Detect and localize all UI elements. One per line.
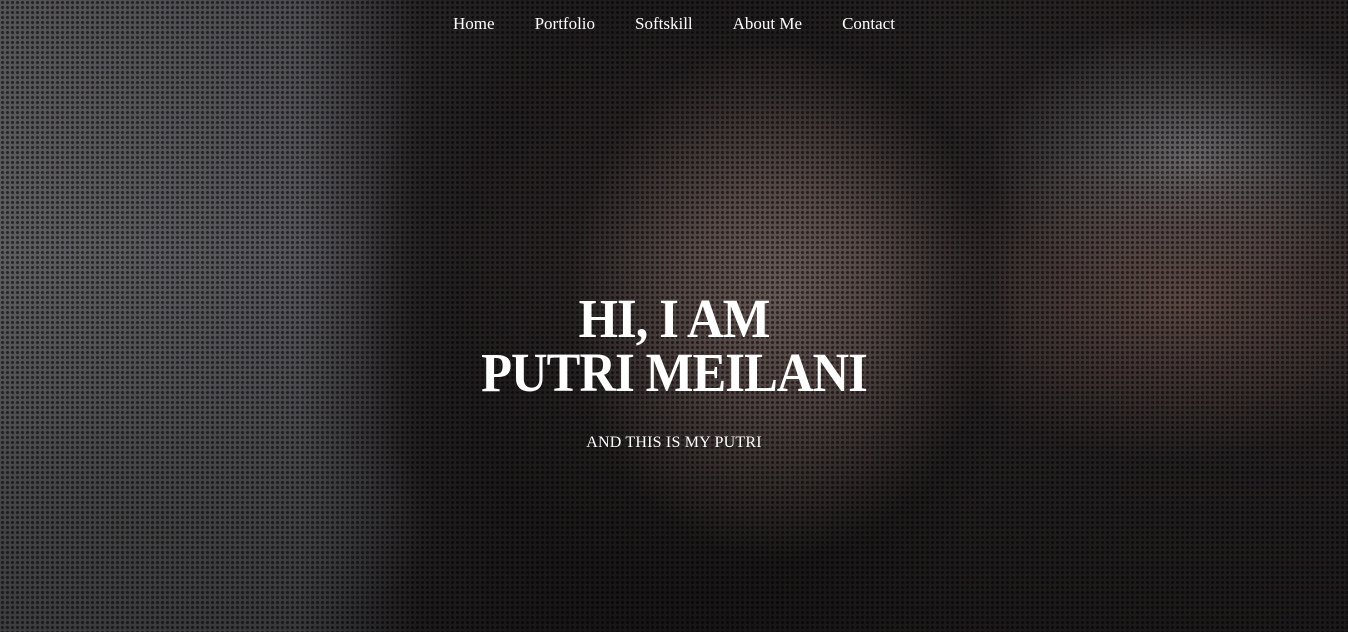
nav-contact-link[interactable]: Contact [822,14,915,34]
nav-softskill-link[interactable]: Softskill [615,14,713,34]
hero-subtitle: AND THIS IS MY PUTRI [586,434,762,451]
nav-about-me-link[interactable]: About Me [713,14,822,34]
hero-title-line1: HI, I AM [578,288,771,349]
hero-section: Home Portfolio Softskill About Me Contac… [0,0,1348,632]
hero-title-line2: PUTRI MEILANI [481,342,868,403]
hero-title: HI, I AM PUTRI MEILANI [54,291,1294,403]
hero-content: HI, I AM PUTRI MEILANI AND THIS IS MY PU… [0,291,1348,452]
nav-portfolio-link[interactable]: Portfolio [515,14,615,34]
top-navigation: Home Portfolio Softskill About Me Contac… [0,14,1348,34]
nav-home-link[interactable]: Home [433,14,515,34]
